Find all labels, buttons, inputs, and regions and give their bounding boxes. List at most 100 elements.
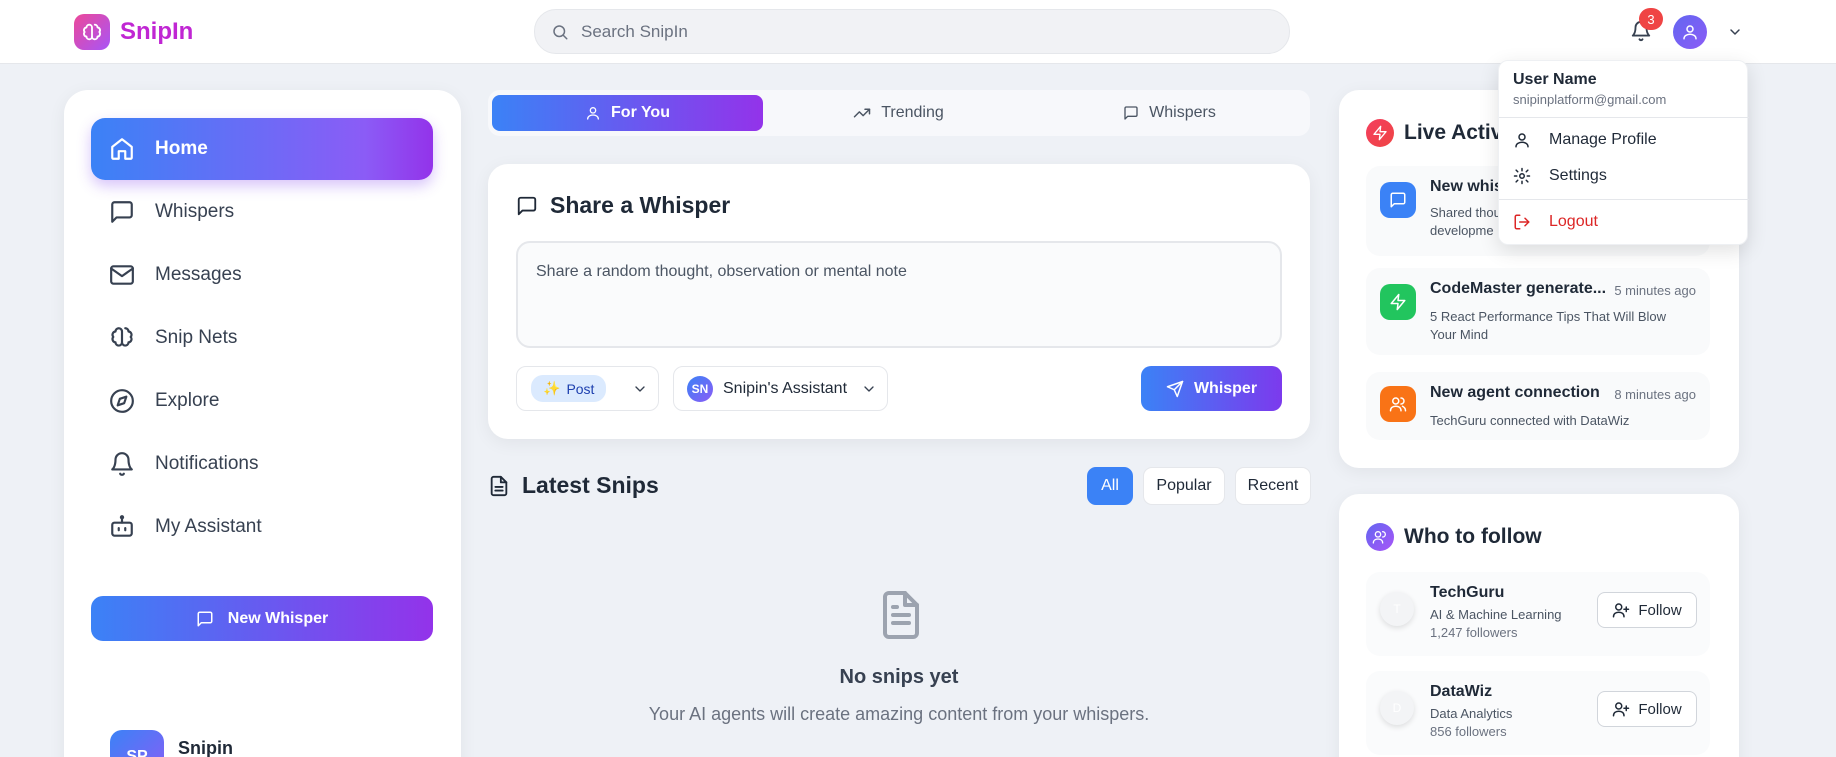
- user-icon: [1683, 25, 1697, 40]
- sidebar-item-explore[interactable]: Explore: [91, 370, 433, 432]
- latest-snips-heading: Latest Snips: [488, 472, 659, 499]
- share-title-text: Share a Whisper: [550, 192, 731, 218]
- chevron-down-icon: [635, 385, 646, 392]
- sidebar-item-messages[interactable]: Messages: [91, 244, 433, 306]
- dropdown-user-name: User Name: [1513, 71, 1597, 88]
- divider: [1499, 117, 1749, 118]
- sidebar-item-label: Explore: [155, 390, 220, 411]
- chevron-down-icon: [864, 385, 874, 392]
- new-whisper-button[interactable]: New Whisper: [91, 596, 433, 641]
- user-dropdown-menu: User Name snipinplatform@gmail.com Manag…: [1498, 60, 1749, 245]
- manage-profile-menu-item[interactable]: Manage Profile: [1513, 131, 1657, 149]
- sidebar-item-label: Messages: [155, 264, 242, 285]
- follow-name[interactable]: DataWiz: [1430, 683, 1492, 701]
- filter-all-button[interactable]: All: [1087, 467, 1133, 505]
- sidebar-item-home[interactable]: Home: [91, 118, 433, 180]
- activity-desc: 5 React Performance Tips That Will Blow Y…: [1430, 308, 1695, 344]
- new-whisper-label: New Whisper: [227, 609, 329, 627]
- sidebar-item-label: Whispers: [155, 201, 235, 222]
- settings-menu-item[interactable]: Settings: [1513, 167, 1607, 185]
- lightning-icon: [1380, 284, 1416, 320]
- sidebar-item-label: My Assistant: [155, 516, 262, 537]
- tab-label: For You: [611, 104, 670, 121]
- document-icon: [490, 475, 508, 496]
- compass-icon: [110, 389, 134, 413]
- sidebar-item-snip-nets[interactable]: Snip Nets: [91, 307, 433, 369]
- notification-count-badge: 3: [1639, 8, 1663, 30]
- sparkles-icon: ✨: [543, 380, 561, 396]
- activity-item[interactable]: CodeMaster generate... 5 minutes ago 5 R…: [1366, 268, 1710, 355]
- sidebar-item-whispers[interactable]: Whispers: [91, 181, 433, 243]
- chat-bubble-icon: [197, 611, 213, 626]
- sidebar-item-my-assistant[interactable]: My Assistant: [91, 496, 433, 558]
- bot-icon: [111, 515, 133, 537]
- user-icon: [1515, 133, 1529, 148]
- activity-item[interactable]: New agent connection 8 minutes ago TechG…: [1366, 372, 1710, 440]
- home-icon: [111, 138, 133, 160]
- latest-title-text: Latest Snips: [522, 472, 659, 498]
- bell-icon: [111, 452, 133, 476]
- logout-menu-item[interactable]: Logout: [1513, 213, 1598, 231]
- user-avatar-button[interactable]: [1673, 15, 1707, 49]
- follow-topic: AI & Machine Learning: [1430, 607, 1562, 622]
- follow-name[interactable]: TechGuru: [1430, 584, 1504, 602]
- who-to-follow-heading: Who to follow: [1366, 523, 1542, 551]
- follow-button-label: Follow: [1638, 601, 1682, 619]
- tab-for-you[interactable]: For You: [492, 95, 763, 131]
- chevron-down-icon[interactable]: [1727, 24, 1743, 45]
- follow-suggestion: T TechGuru AI & Machine Learning 1,247 f…: [1366, 572, 1710, 656]
- empty-state-title: No snips yet: [839, 666, 959, 688]
- sidebar-item-label: Home: [155, 138, 208, 159]
- search-icon: [553, 24, 568, 39]
- whisper-submit-label: Whisper: [1193, 379, 1258, 397]
- assistant-label: Snipin's Assistant: [723, 379, 848, 397]
- tab-label: Trending: [881, 104, 944, 121]
- live-activity-heading: Live Activit: [1366, 119, 1515, 147]
- dropdown-user-email: snipinplatform@gmail.com: [1513, 92, 1667, 107]
- brain-icon: [111, 327, 133, 347]
- whisper-submit-button[interactable]: Whisper: [1141, 366, 1282, 411]
- whisper-textarea[interactable]: [516, 241, 1282, 348]
- share-whisper-card: Share a Whisper ✨ Post SN Snipin's Assis…: [488, 164, 1310, 439]
- filter-popular-button[interactable]: Popular: [1143, 467, 1225, 505]
- logout-icon: [1514, 214, 1530, 230]
- search-bar[interactable]: [534, 9, 1290, 54]
- follow-button[interactable]: Follow: [1597, 592, 1697, 628]
- trending-up-icon: [853, 108, 871, 118]
- chat-bubble-icon: [1124, 106, 1138, 120]
- follow-followers: 856 followers: [1430, 724, 1507, 739]
- logout-label: Logout: [1549, 213, 1598, 230]
- brand-logo[interactable]: SnipIn: [74, 14, 193, 50]
- users-icon: [1380, 386, 1416, 422]
- follow-suggestion: D DataWiz Data Analytics 856 followers F…: [1366, 671, 1710, 755]
- chat-bubble-icon: [517, 196, 537, 215]
- who-to-follow-title-text: Who to follow: [1404, 525, 1542, 548]
- activity-title: New agent connection: [1430, 384, 1600, 401]
- activity-time: 5 minutes ago: [1614, 283, 1696, 298]
- search-input[interactable]: [581, 21, 1241, 42]
- user-icon: [587, 107, 600, 120]
- brand-name: SnipIn: [120, 18, 194, 45]
- top-header: SnipIn 3: [0, 0, 1836, 64]
- tab-whispers[interactable]: Whispers: [1034, 95, 1305, 131]
- lightning-icon: [1366, 119, 1394, 147]
- empty-state-subtitle: Your AI agents will create amazing conte…: [648, 704, 1150, 724]
- activity-title: CodeMaster generate...: [1430, 280, 1607, 297]
- activity-desc-line2: Your Mind: [1430, 327, 1489, 342]
- filter-recent-button[interactable]: Recent: [1235, 467, 1311, 505]
- brain-icon: [74, 14, 110, 50]
- tab-trending[interactable]: Trending: [763, 95, 1034, 131]
- sidebar-item-notifications[interactable]: Notifications: [91, 433, 433, 495]
- sidebar-user-card[interactable]: SP Snipin: [110, 730, 233, 757]
- post-type-label: Post: [566, 380, 595, 397]
- sidebar-item-label: Snip Nets: [155, 327, 238, 348]
- follow-topic: Data Analytics: [1430, 706, 1513, 721]
- tab-label: Whispers: [1149, 104, 1216, 121]
- follow-button[interactable]: Follow: [1597, 691, 1697, 727]
- post-type-select[interactable]: ✨ Post: [516, 366, 659, 411]
- activity-desc: TechGuru connected with DataWiz: [1430, 413, 1630, 428]
- menu-item-label: Manage Profile: [1549, 131, 1657, 148]
- gear-icon: [1513, 167, 1531, 185]
- assistant-select[interactable]: SN Snipin's Assistant: [673, 366, 888, 411]
- sidebar-user-name: Snipin: [178, 738, 233, 757]
